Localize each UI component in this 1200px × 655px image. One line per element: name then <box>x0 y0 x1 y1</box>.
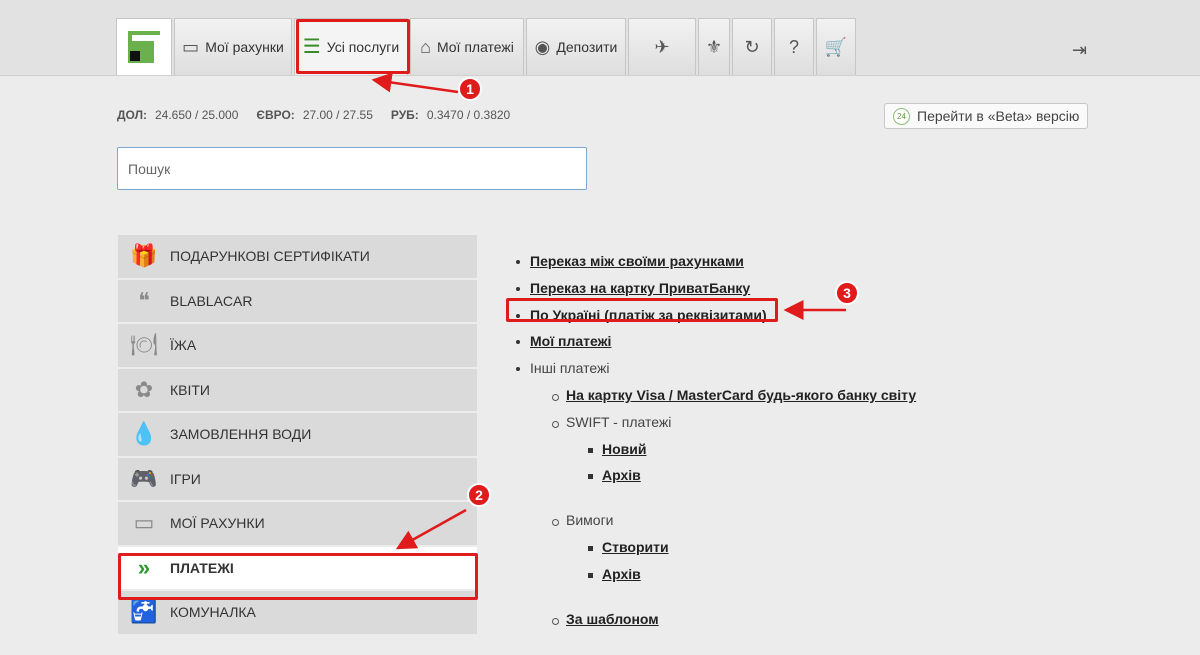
search-input[interactable] <box>117 147 587 190</box>
highlight-all-services <box>296 19 410 74</box>
side-item-blablacar[interactable]: ❝ BLABLACAR <box>118 279 477 324</box>
privatbank-logo-icon <box>128 31 160 63</box>
side-item-label: BLABLACAR <box>170 292 253 309</box>
house-icon: ⌂ <box>420 37 431 57</box>
nav-my-payments-label: Мої платежі <box>436 39 514 55</box>
list-item: За шаблоном <box>551 606 916 633</box>
annotation-badge-1: 1 <box>458 77 482 101</box>
food-icon: 🍽 <box>130 332 158 358</box>
rate-usd-value: 24.650 / 25.000 <box>155 108 239 122</box>
list-item: Мої платежі <box>515 328 916 355</box>
list-item: Створити <box>587 534 916 561</box>
annotation-badge-2: 2 <box>467 483 491 507</box>
link-demands-create[interactable]: Створити <box>602 539 669 555</box>
nav-my-accounts-label: Мої рахунки <box>205 39 284 55</box>
link-own-transfer[interactable]: Переказ між своїми рахунками <box>530 253 744 269</box>
water-drop-icon: 💧 <box>130 421 158 447</box>
gamepad-icon: 🎮 <box>130 465 158 491</box>
list-item: Переказ між своїми рахунками <box>515 248 916 275</box>
rate-usd-label: ДОЛ: <box>117 108 147 122</box>
link-swift-archive[interactable]: Архів <box>602 467 641 483</box>
flower-icon: ✿ <box>134 376 154 402</box>
cart-icon: 🛒 <box>824 37 848 57</box>
nav-history[interactable]: ↻ <box>732 18 772 75</box>
link-privat-card-transfer[interactable]: Переказ на картку ПриватБанку <box>530 280 750 296</box>
card-icon: ▭ <box>182 37 200 57</box>
side-item-flowers[interactable]: ✿ КВІТИ <box>118 368 477 413</box>
main-nav: ▭ Мої рахунки ☰ Усі послуги ⌂ Мої платеж… <box>116 18 858 75</box>
link-visa-mastercard[interactable]: На картку Visa / MasterCard будь-якого б… <box>566 387 916 403</box>
side-item-label: КОМУНАЛКА <box>170 604 256 621</box>
rate-rub-label: РУБ: <box>390 108 419 122</box>
exchange-rates: ДОЛ: 24.650 / 25.000 ЄВРО: 27.00 / 27.55 Р… <box>117 108 528 122</box>
link-swift-new[interactable]: Новий <box>602 441 646 457</box>
travel-icon: ✈ <box>654 37 670 57</box>
list-item: Новий <box>587 436 916 463</box>
highlight-ukraine-payment <box>506 298 778 322</box>
other-payments-list: На картку Visa / MasterCard будь-якого б… <box>530 382 916 632</box>
side-item-games[interactable]: 🎮 ІГРИ <box>118 457 477 502</box>
side-item-label: ЗАМОВЛЕННЯ ВОДИ <box>170 426 312 443</box>
side-item-label: ПОДАРУНКОВІ СЕРТИФІКАТИ <box>170 248 370 265</box>
help-icon: ? <box>788 37 799 57</box>
nav-help[interactable]: ? <box>774 18 814 75</box>
link-my-payments[interactable]: Мої платежі <box>530 333 611 349</box>
demands-list: Створити Архів <box>566 534 916 588</box>
list-item: SWIFT - платежі Новий Архів <box>551 409 916 507</box>
arrow-1 <box>371 72 459 94</box>
nav-my-accounts[interactable]: ▭ Мої рахунки <box>174 18 292 75</box>
coat-of-arms-icon: ⚜ <box>705 37 723 57</box>
link-by-template[interactable]: За шаблоном <box>566 611 659 627</box>
side-item-food[interactable]: 🍽 ЇЖА <box>118 324 477 369</box>
rate-eur: ЄВРО: 27.00 / 27.55 <box>256 108 372 122</box>
list-item: Архів <box>587 561 916 588</box>
logout-icon[interactable]: ⇥ <box>1072 40 1087 61</box>
list-item: Архів <box>587 462 916 489</box>
link-demands-archive[interactable]: Архів <box>602 566 641 582</box>
nav-gov-services[interactable]: ⚜ <box>698 18 730 75</box>
beta-version-button[interactable]: 24 Перейти в «Beta» версію <box>884 103 1089 129</box>
highlight-payments <box>118 553 478 600</box>
other-payments-label: Інші платежі <box>530 360 610 377</box>
nav-travel[interactable]: ✈ <box>628 18 696 75</box>
list-item: Вимоги Створити Архів <box>551 507 916 605</box>
side-item-gift-certificates[interactable]: 🎁 ПОДАРУНКОВІ СЕРТИФІКАТИ <box>118 235 477 280</box>
annotation-badge-3: 3 <box>835 281 859 305</box>
nav-deposits[interactable]: ◉ Депозити <box>526 18 626 75</box>
swift-label: SWIFT - платежі <box>566 413 672 430</box>
nav-shop[interactable]: 🛒 <box>816 18 856 75</box>
side-item-water-order[interactable]: 💧 ЗАМОВЛЕННЯ ВОДИ <box>118 413 477 458</box>
piggy-bank-icon: ◉ <box>534 37 551 57</box>
privat24-badge-icon: 24 <box>893 107 910 125</box>
side-item-label: ЇЖА <box>170 337 197 354</box>
gift-icon: 🎁 <box>130 243 158 269</box>
rate-eur-label: ЄВРО: <box>256 108 295 122</box>
beta-version-label: Перейти в «Beta» версію <box>917 108 1080 124</box>
demands-label: Вимоги <box>566 512 614 529</box>
privatbank-logo[interactable] <box>116 18 172 75</box>
rate-rub-value: 0.3470 / 0.3820 <box>426 108 511 122</box>
swift-list: Новий Архів <box>566 436 916 490</box>
side-item-label: МОЇ РАХУНКИ <box>170 515 265 532</box>
history-icon: ↻ <box>744 37 760 57</box>
rate-rub: РУБ: 0.3470 / 0.3820 <box>391 108 510 122</box>
tap-icon: 🚰 <box>130 599 158 625</box>
side-item-label: КВІТИ <box>170 381 210 398</box>
rate-usd: ДОЛ: 24.650 / 25.000 <box>117 108 238 122</box>
side-item-label: ІГРИ <box>170 470 201 487</box>
side-item-my-accounts[interactable]: ▭ МОЇ РАХУНКИ <box>118 502 477 547</box>
quote-icon: ❝ <box>138 287 150 313</box>
top-navigation-bar: ▭ Мої рахунки ☰ Усі послуги ⌂ Мої платеж… <box>0 0 1200 76</box>
rate-eur-value: 27.00 / 27.55 <box>302 108 373 122</box>
list-item: На картку Visa / MasterCard будь-якого б… <box>551 382 916 409</box>
list-item: Інші платежі На картку Visa / MasterCard… <box>515 355 916 632</box>
card-icon: ▭ <box>133 510 155 536</box>
nav-my-payments[interactable]: ⌂ Мої платежі <box>410 18 524 75</box>
nav-deposits-label: Депозити <box>556 39 618 55</box>
